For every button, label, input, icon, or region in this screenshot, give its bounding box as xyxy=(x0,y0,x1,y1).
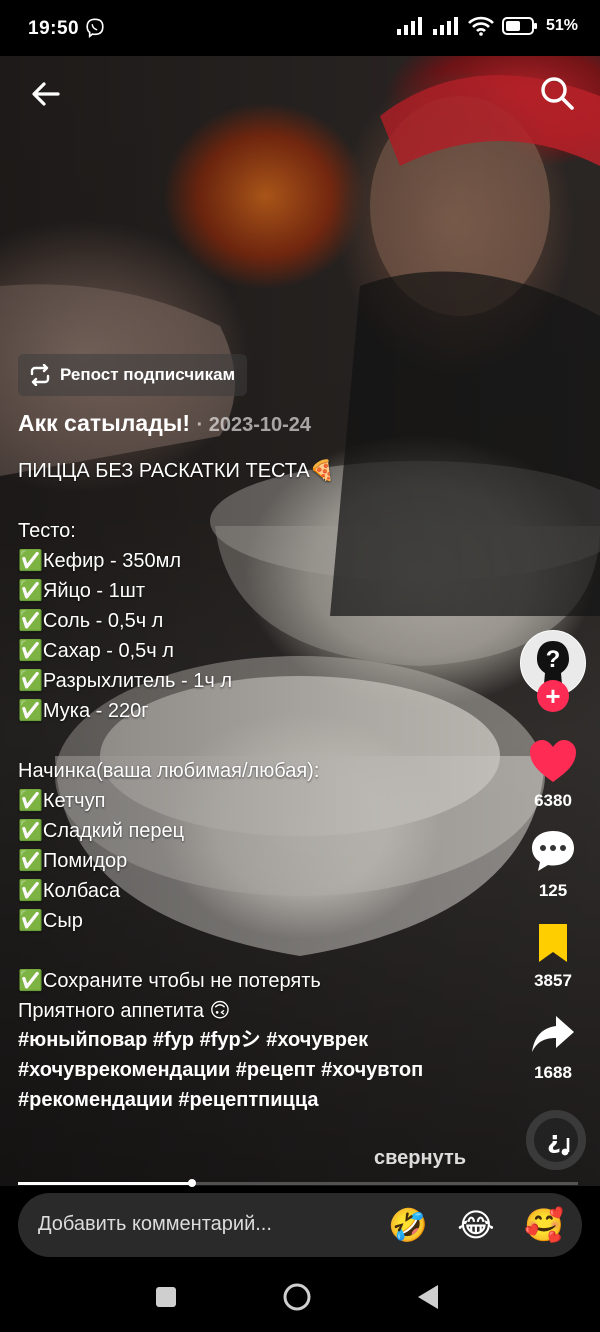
like-action[interactable]: 6380 xyxy=(518,738,588,811)
system-nav-bar xyxy=(0,1262,600,1332)
post-date: · 2023-10-24 xyxy=(196,414,312,436)
battery-icon xyxy=(501,17,537,35)
comment-input[interactable]: Добавить комментарий... xyxy=(38,1213,272,1236)
status-indicators: 51% xyxy=(396,16,578,36)
status-time: 19:50 xyxy=(28,18,80,39)
arrow-left-icon[interactable] xyxy=(28,76,64,112)
bookmark-icon xyxy=(539,924,567,962)
emoji-rofl[interactable]: 🤣 xyxy=(388,1205,428,1245)
repost-icon xyxy=(30,364,50,386)
repost-label: Репост подписчикам xyxy=(60,365,236,384)
author-name[interactable]: Акк сатылады! xyxy=(18,410,190,436)
repost-button[interactable]: Репост подписчикам xyxy=(18,354,248,396)
save-count: 3857 xyxy=(534,971,572,990)
wifi-icon xyxy=(468,16,494,36)
progress-knob[interactable] xyxy=(187,1179,196,1187)
progress-fill xyxy=(18,1182,192,1185)
video-progress[interactable] xyxy=(18,1179,578,1187)
like-count: 6380 xyxy=(534,791,572,810)
svg-text:?: ? xyxy=(546,646,561,673)
plus-icon: + xyxy=(545,681,561,711)
save-action[interactable]: 3857 xyxy=(518,922,588,991)
share-icon xyxy=(532,1016,574,1052)
post-title-line: Акк сатылады! · 2023-10-24 xyxy=(18,410,311,437)
search-icon[interactable] xyxy=(538,74,576,112)
heart-icon xyxy=(530,740,576,782)
comment-count: 125 xyxy=(538,881,568,900)
home-icon[interactable] xyxy=(282,1282,312,1312)
emoji-joy[interactable]: 😂 xyxy=(456,1205,496,1245)
share-action[interactable]: 1688 xyxy=(518,1012,588,1083)
signal-icon-2 xyxy=(432,17,458,35)
share-count: 1688 xyxy=(534,1063,572,1082)
viber-icon xyxy=(86,18,104,38)
comment-icon xyxy=(532,831,574,871)
comment-action[interactable]: 125 xyxy=(518,828,588,901)
signal-icon xyxy=(396,17,422,35)
emoji-hearts[interactable]: 🥰 xyxy=(524,1205,564,1245)
collapse-button[interactable]: свернуть xyxy=(374,1147,466,1170)
post-hashtags[interactable]: #юныйповар #fyp #fypシ #хочуврек #хочувре… xyxy=(18,1025,488,1115)
back-nav-icon[interactable] xyxy=(416,1284,440,1310)
battery-percent: 51% xyxy=(545,17,578,34)
recents-icon[interactable] xyxy=(155,1286,177,1308)
status-bar: 19:50 51% xyxy=(0,0,600,56)
svg-text:¿: ¿ xyxy=(547,1126,561,1154)
music-note-icon: ¿ xyxy=(547,1126,570,1156)
music-disc[interactable]: ¿ xyxy=(526,1110,586,1170)
follow-button[interactable]: + xyxy=(537,680,569,712)
post-description: ПИЦЦА БЕЗ РАСКАТКИ ТЕСТА🍕 Тесто: ✅Кефир … xyxy=(18,460,335,1022)
comment-input-bar[interactable]: Добавить комментарий... 🤣 😂 🥰 xyxy=(18,1193,582,1257)
